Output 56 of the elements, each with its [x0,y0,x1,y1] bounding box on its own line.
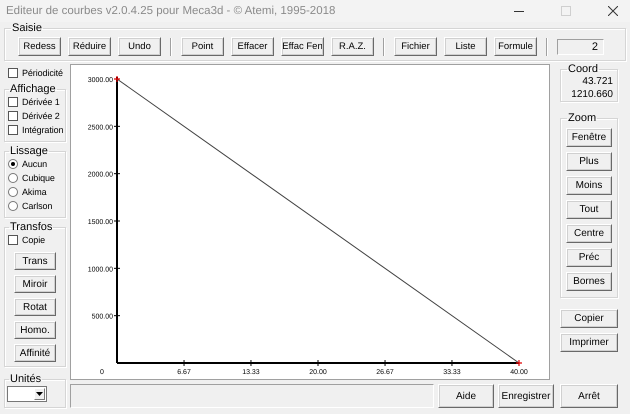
radio-label[interactable]: Akima [22,187,47,197]
transform-button[interactable]: Homo. [14,321,56,339]
option-checkbox[interactable]: Dérivée 1 [8,95,64,109]
transform-button[interactable]: Miroir [14,275,56,293]
toolbar-button[interactable]: Effacer [231,37,274,56]
action-button[interactable]: Imprimer [560,333,618,352]
zoom-button[interactable]: Moins [566,176,612,195]
toolbar-button[interactable]: Formule [494,37,537,56]
toolbar-button[interactable]: Réduire [68,37,111,56]
option-checkbox[interactable]: Intégration [8,123,64,137]
group-label: Unités [9,374,42,385]
radio-button[interactable] [8,173,18,183]
transform-button[interactable]: Affinité [14,344,56,362]
toolbar-button[interactable]: Effac Fen [281,37,324,56]
point-marker[interactable] [515,359,523,367]
zoom-button[interactable]: Centre [566,224,612,243]
zoom-button[interactable]: Bornes [566,272,612,291]
coordinate-value: 43.721 [582,75,613,88]
footer-button[interactable]: Enregistrer [498,384,554,408]
radio-label[interactable]: Carlson [22,201,52,211]
radio-label[interactable]: Cubique [22,173,55,183]
coordinate-value: 1210.660 [571,88,613,101]
radio-button[interactable] [8,201,18,211]
counter-field: 2 [557,38,604,54]
zoom-button[interactable]: Tout [566,200,612,219]
radio-label[interactable]: Aucun [22,159,48,169]
group-label: Zoom [567,113,598,124]
copy-checkbox[interactable]: Copie [8,233,46,247]
footer-button[interactable]: Arrêt [560,384,618,408]
window-title: Editeur de courbes v2.0.4.25 pour Meca3d - © Atemi, 1995-2018 [6,5,336,17]
group-label: Transfos [9,222,54,233]
dropdown-arrow-icon [36,392,43,396]
radio-button[interactable] [8,187,18,197]
zoom-button[interactable]: Préc [566,248,612,267]
toolbar-button[interactable]: Fichier [394,37,437,56]
radio-button[interactable] [8,159,18,169]
zoom-button[interactable]: Fenêtre [566,128,612,147]
group-label: Affichage [9,84,57,95]
toolbar-button[interactable]: Undo [118,37,161,56]
point-marker[interactable] [113,75,121,83]
close-icon[interactable] [608,6,618,16]
transform-button[interactable]: Rotat [14,298,56,316]
zoom-button[interactable]: Plus [566,152,612,171]
toolbar-button[interactable]: R.A.Z. [331,37,374,56]
units-dropdown[interactable] [7,386,47,402]
group-label: Lissage [9,146,49,157]
option-checkbox[interactable]: Dérivée 2 [8,109,64,123]
periodicity-checkbox[interactable]: Périodicité [8,66,66,80]
toolbar-button[interactable]: Point [181,37,224,56]
group-label: Coord [567,64,599,75]
action-button[interactable]: Copier [560,309,618,328]
transform-button[interactable]: Trans [14,252,56,270]
toolbar-button[interactable]: Redess [18,37,61,56]
group-label: Saisie [11,23,43,34]
toolbar-button[interactable]: Liste [444,37,487,56]
footer-button[interactable]: Aide [438,384,494,408]
